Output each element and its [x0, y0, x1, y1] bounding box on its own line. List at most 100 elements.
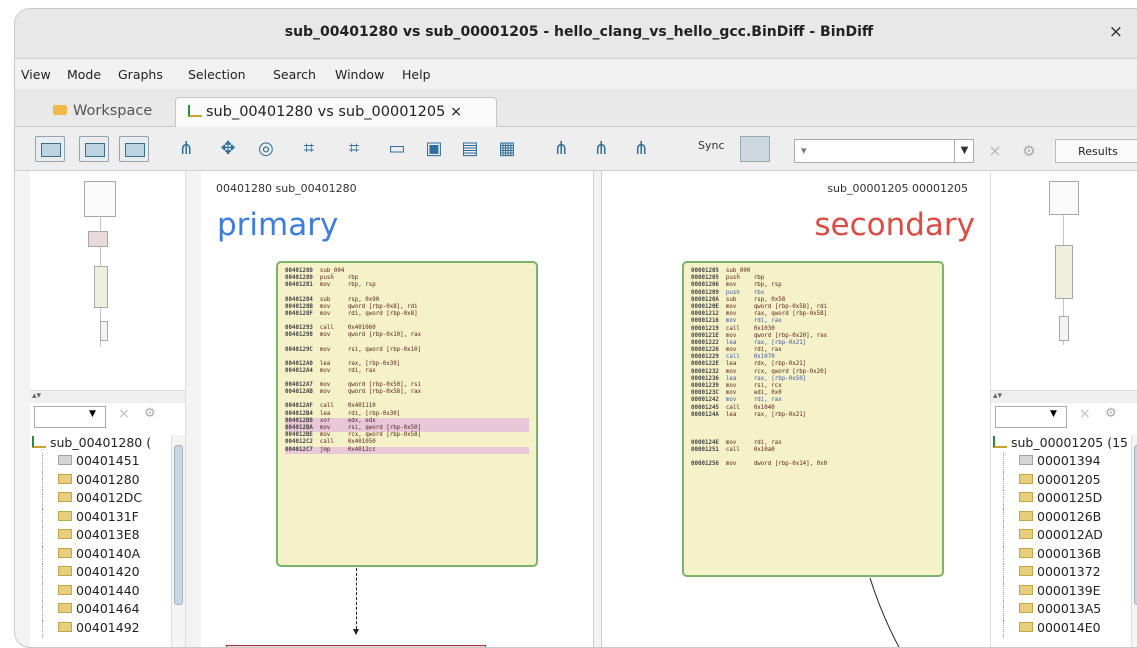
block-gap — [691, 433, 935, 440]
collapse-icon[interactable]: ⋔ — [587, 135, 615, 163]
screen-icon[interactable]: ▭ — [383, 135, 411, 163]
list-item[interactable]: 004013E8 — [32, 527, 182, 546]
chevron-down-icon[interactable]: ▼ — [954, 139, 974, 163]
instruction-text: mov rbp, rsp — [312, 282, 376, 289]
instruction-row: 00001216 mov rdi, rax — [691, 318, 935, 325]
layout-view-button[interactable] — [35, 136, 65, 162]
zoom-fit-icon[interactable]: ⌗ — [295, 135, 323, 163]
list-item[interactable]: 0000125D — [993, 490, 1137, 509]
proximity-icon[interactable]: ▣ — [420, 135, 448, 163]
left-minimap[interactable] — [30, 171, 185, 391]
menu-help[interactable]: Help — [402, 67, 431, 82]
function-icon — [1019, 455, 1033, 465]
list-item[interactable]: 00401492 — [32, 619, 182, 639]
menu-bar: View Mode Graphs Selection Search Window… — [15, 59, 1137, 89]
list-item[interactable]: 000014E0 — [993, 619, 1137, 639]
menu-search[interactable]: Search — [273, 67, 316, 82]
list-item-label: 0000125D — [1037, 490, 1103, 505]
scrollbar[interactable] — [171, 435, 185, 647]
list-item[interactable]: 000012AD — [993, 527, 1137, 546]
clear-icon[interactable]: × — [1079, 406, 1091, 422]
graph-settings-icon[interactable]: ▤ — [456, 135, 484, 163]
list-item[interactable]: 00001394 — [993, 453, 1137, 472]
list-item[interactable]: 0040140A — [32, 545, 182, 565]
instruction-row: 00001212 mov rax, qword [rbp-0x58] — [691, 311, 935, 318]
instruction-row: 004012B8 xor edx, edx — [285, 417, 529, 425]
chevron-down-icon[interactable]: ▼ — [1050, 409, 1057, 419]
graph-icon — [993, 436, 1007, 448]
instruction-address: 0000124E — [691, 439, 719, 446]
clear-icon[interactable]: × — [983, 139, 1007, 163]
instruction-address: 004012A0 — [285, 360, 313, 367]
list-item[interactable]: 004012DC — [32, 490, 182, 509]
instruction-row: 00001205 push rbp — [691, 275, 935, 282]
scrollbar-thumb[interactable] — [174, 445, 183, 605]
instruction-text: xor edx, edx — [312, 417, 376, 424]
sync-icon[interactable] — [740, 136, 770, 162]
gear-icon[interactable]: ⚙ — [144, 406, 156, 421]
tab-diff[interactable]: sub_00401280 vs sub_00001205 × — [175, 97, 497, 127]
instruction-address: 00001245 — [691, 404, 719, 411]
instruction-address: 00401280 — [285, 268, 313, 274]
tree-root[interactable]: sub_00401280 ( — [32, 435, 182, 453]
secondary-basic-block[interactable]: 00001205 sub_000 00001205 push rbp 000012… — [682, 261, 944, 577]
list-item[interactable]: 00401451 — [32, 453, 182, 472]
list-item[interactable]: 0040131F — [32, 508, 182, 528]
clear-icon[interactable]: × — [118, 406, 130, 422]
results-button[interactable]: Results — [1055, 139, 1137, 163]
primary-graph-pane[interactable]: 00401280 sub_00401280 primary 00401280 s… — [201, 171, 594, 647]
list-item[interactable]: 00401440 — [32, 582, 182, 602]
split-view-button[interactable] — [79, 136, 109, 162]
list-item[interactable]: 0000126B — [993, 508, 1137, 528]
instruction-address: 00001229 — [691, 354, 719, 361]
list-item[interactable]: 00401464 — [32, 601, 182, 620]
list-item[interactable]: 00401280 — [32, 471, 182, 491]
tab-workspace[interactable]: Workspace — [53, 97, 183, 127]
list-item-label: 0040131F — [76, 508, 139, 524]
search-combo[interactable]: ▾ — [794, 139, 974, 163]
single-view-button[interactable] — [119, 136, 149, 162]
expand-icon[interactable]: ⋔ — [547, 135, 575, 163]
instruction-row: 00001251 call 0x10a0 — [691, 447, 935, 454]
primary-basic-block[interactable]: 00401280 sub_004 00401280 push rbp 004012… — [276, 261, 538, 567]
gear-icon[interactable]: ⚙ — [1017, 139, 1041, 163]
list-item[interactable]: 0000139E — [993, 582, 1137, 602]
window-title: sub_00401280 vs sub_00001205 - hello_cla… — [284, 24, 874, 40]
menu-mode[interactable]: Mode — [67, 67, 101, 82]
instruction-row: 0000121E mov qword [rbp-0x20], rax — [691, 333, 935, 340]
close-icon[interactable]: × — [1109, 22, 1123, 42]
list-item[interactable]: 000013A5 — [993, 601, 1137, 620]
select-icon[interactable]: ⋔ — [627, 135, 655, 163]
right-minimap[interactable] — [991, 171, 1137, 391]
instruction-address: 00401280 — [285, 275, 313, 282]
instruction-text: sub_004 — [312, 268, 348, 274]
orthogonal-layout-icon[interactable]: ✥ — [214, 135, 242, 163]
scrollbar[interactable] — [1131, 435, 1137, 647]
list-item[interactable]: 00401420 — [32, 564, 182, 583]
menu-selection[interactable]: Selection — [188, 67, 246, 82]
function-icon — [58, 603, 72, 613]
table-icon[interactable]: ▦ — [493, 135, 521, 163]
circular-layout-icon[interactable]: ◎ — [252, 135, 280, 163]
hierarchic-layout-icon[interactable]: ⋔ — [172, 135, 200, 163]
tree-root-label: sub_00001205 (15 — [1011, 435, 1128, 450]
chevron-down-icon[interactable]: ▼ — [89, 409, 96, 419]
splitter[interactable]: ▴▾ — [30, 391, 185, 403]
list-item[interactable]: 0000136B — [993, 545, 1137, 565]
secondary-graph-pane[interactable]: sub_00001205 00001205 secondary 00001205… — [601, 171, 990, 647]
splitter[interactable]: ▴▾ — [991, 391, 1137, 403]
menu-graphs[interactable]: Graphs — [118, 67, 163, 82]
list-item-label: 004013E8 — [76, 527, 140, 542]
menu-window[interactable]: Window — [335, 67, 384, 82]
instruction-row: 00001239 mov rsi, rcx — [691, 383, 935, 390]
function-icon — [1019, 510, 1033, 521]
zoom-selection-icon[interactable]: ⌗ — [340, 135, 368, 163]
menu-view[interactable]: View — [21, 67, 51, 82]
tree-root[interactable]: sub_00001205 (15 — [993, 435, 1137, 453]
instruction-row: 00001236 lea rax, [rbp-0x50] — [691, 376, 935, 383]
instruction-row: 0000123C mov edi, 0x0 — [691, 390, 935, 397]
instruction-address: 00001219 — [691, 325, 719, 332]
list-item[interactable]: 00001372 — [993, 564, 1137, 583]
list-item[interactable]: 00001205 — [993, 471, 1137, 491]
gear-icon[interactable]: ⚙ — [1105, 406, 1117, 421]
